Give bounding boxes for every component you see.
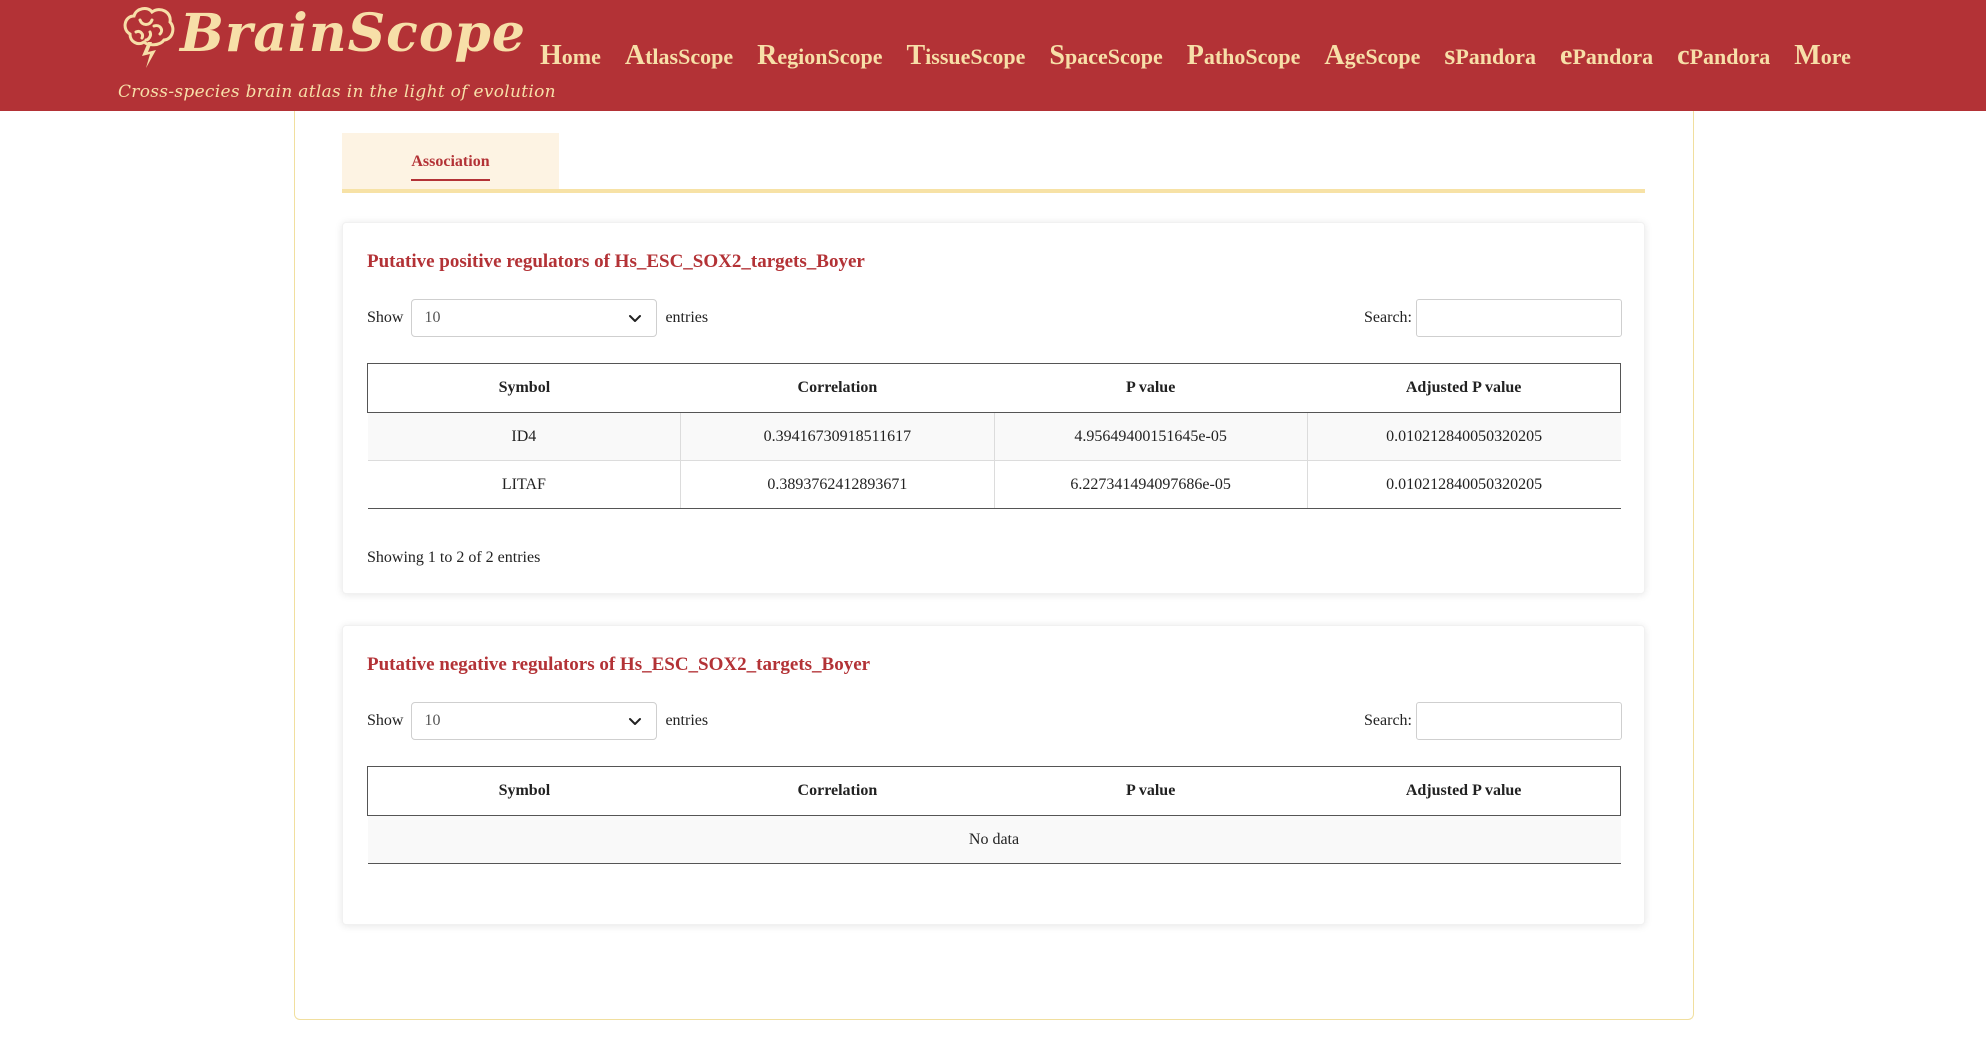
cell-correlation: 0.39416730918511617 xyxy=(680,412,995,461)
negative-length-control: Show 10 entries xyxy=(367,702,708,740)
column-header-adjusted-p-value[interactable]: Adjusted P value xyxy=(1307,766,1622,816)
main-nav: Home AtlasScope RegionScope TissueScope … xyxy=(540,38,1875,74)
column-header-symbol[interactable]: Symbol xyxy=(366,766,681,816)
table-row: No data xyxy=(367,815,1621,864)
chevron-down-icon xyxy=(629,315,642,322)
nav-spacescope[interactable]: SpaceScope xyxy=(1049,38,1162,75)
column-header-p-value[interactable]: P value xyxy=(994,363,1308,413)
column-header-adjusted-p-value[interactable]: Adjusted P value xyxy=(1307,363,1622,413)
column-header-correlation[interactable]: Correlation xyxy=(680,766,994,816)
cell-p-value: 4.95649400151645e-05 xyxy=(994,412,1308,461)
positive-regulators-panel: Putative positive regulators of Hs_ESC_S… xyxy=(342,222,1645,594)
entries-label: entries xyxy=(665,712,709,729)
nav-atlasscope[interactable]: AtlasScope xyxy=(625,38,733,75)
positive-search-control: Search: xyxy=(1364,299,1622,337)
nav-pathoscope[interactable]: PathoScope xyxy=(1187,38,1301,75)
table-row: LITAF 0.3893762412893671 6.2273414940976… xyxy=(367,460,1621,509)
negative-regulators-panel: Putative negative regulators of Hs_ESC_S… xyxy=(342,625,1645,925)
brand-logo[interactable]: BrainScope Cross-species brain atlas in … xyxy=(116,4,556,108)
positive-panel-title: Putative positive regulators of Hs_ESC_S… xyxy=(367,251,865,272)
show-label: Show xyxy=(367,712,404,729)
page-length-value: 10 xyxy=(424,712,441,729)
positive-regulators-table: Symbol Correlation P value Adjusted P va… xyxy=(366,363,1622,509)
negative-regulators-table: Symbol Correlation P value Adjusted P va… xyxy=(366,766,1622,864)
cell-adjusted-p-value: 0.010212840050320205 xyxy=(1307,460,1621,509)
nav-tissuescope[interactable]: TissueScope xyxy=(906,38,1025,75)
nav-regionscope[interactable]: RegionScope xyxy=(757,38,882,75)
cell-symbol: ID4 xyxy=(367,412,682,461)
cell-correlation: 0.3893762412893671 xyxy=(680,460,995,509)
brand-title: BrainScope xyxy=(180,3,526,64)
cell-symbol: LITAF xyxy=(367,460,682,509)
show-label: Show xyxy=(367,309,404,326)
search-label: Search: xyxy=(1364,712,1412,729)
nav-agescope[interactable]: AgeScope xyxy=(1324,38,1420,75)
negative-panel-title: Putative negative regulators of Hs_ESC_S… xyxy=(367,654,871,675)
negative-search-input[interactable] xyxy=(1416,702,1622,740)
top-navbar: BrainScope Cross-species brain atlas in … xyxy=(0,0,1986,111)
nav-home[interactable]: Home xyxy=(540,38,601,75)
negative-page-length-select[interactable]: 10 xyxy=(411,702,658,740)
brand-tagline: Cross-species brain atlas in the light o… xyxy=(118,82,556,102)
page-length-value: 10 xyxy=(424,309,441,326)
nav-cpandora[interactable]: cPandora xyxy=(1677,38,1770,75)
positive-length-control: Show 10 entries xyxy=(367,299,708,337)
table-row: ID4 0.39416730918511617 4.95649400151645… xyxy=(367,412,1621,461)
nav-more[interactable]: More xyxy=(1794,38,1851,75)
tab-association-label: Association xyxy=(411,153,490,181)
brain-icon xyxy=(123,7,175,68)
positive-table-info: Showing 1 to 2 of 2 entries xyxy=(367,549,541,566)
tab-association[interactable]: Association xyxy=(342,133,559,189)
search-label: Search: xyxy=(1364,309,1412,326)
entries-label: entries xyxy=(665,309,709,326)
chevron-down-icon xyxy=(629,718,642,725)
column-header-p-value[interactable]: P value xyxy=(994,766,1308,816)
nav-epandora[interactable]: ePandora xyxy=(1560,38,1653,75)
nav-spandora[interactable]: sPandora xyxy=(1444,38,1536,75)
cell-p-value: 6.227341494097686e-05 xyxy=(994,460,1308,509)
positive-search-input[interactable] xyxy=(1416,299,1622,337)
empty-table-message: No data xyxy=(367,815,1621,864)
column-header-correlation[interactable]: Correlation xyxy=(680,363,994,413)
cell-adjusted-p-value: 0.010212840050320205 xyxy=(1307,412,1621,461)
positive-page-length-select[interactable]: 10 xyxy=(411,299,658,337)
column-header-symbol[interactable]: Symbol xyxy=(366,363,681,413)
negative-search-control: Search: xyxy=(1364,702,1622,740)
tab-bar: Association xyxy=(342,133,1645,193)
